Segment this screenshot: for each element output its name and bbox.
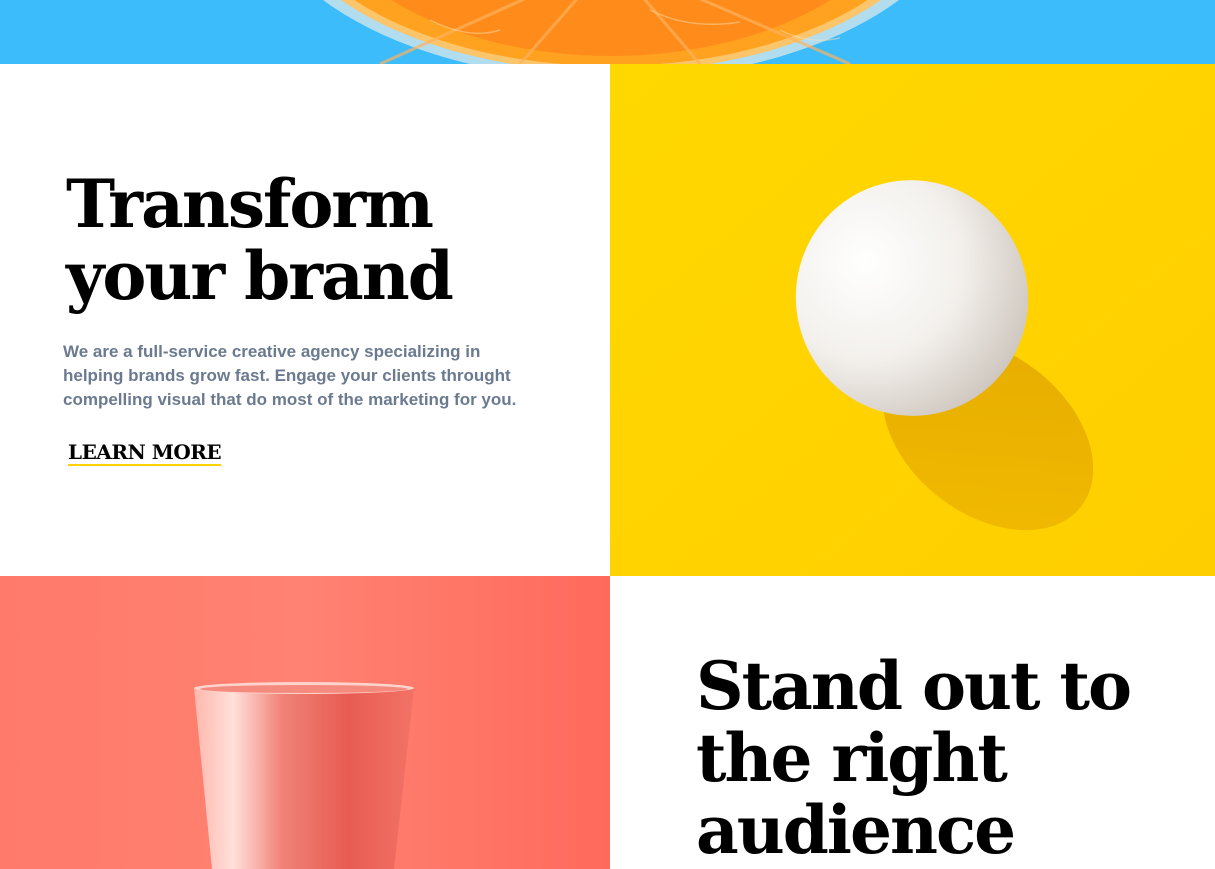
orange-slice-illustration	[0, 0, 1215, 64]
egg-illustration	[610, 64, 1215, 576]
top-banner-image	[0, 0, 1215, 64]
cup-image	[0, 576, 610, 869]
standout-headline-line3: audience	[696, 791, 1016, 869]
transform-brand-section: Transform your brand We are a full-servi…	[0, 64, 610, 576]
standout-headline-line2: the right	[696, 719, 1008, 797]
transform-headline: Transform your brand	[66, 168, 546, 312]
transform-headline-line2: your brand	[66, 237, 454, 315]
egg-image	[610, 64, 1215, 576]
standout-headline-line1: Stand out to	[696, 647, 1132, 725]
learn-more-link[interactable]: LEARN MORE	[68, 440, 222, 466]
page: Transform your brand We are a full-servi…	[0, 0, 1215, 869]
cup-illustration	[0, 576, 610, 869]
standout-headline: Stand out to the right audience	[696, 650, 1196, 866]
intro-paragraph: We are a full-service creative agency sp…	[63, 342, 517, 409]
transform-headline-line1: Transform	[66, 165, 434, 243]
standout-section: Stand out to the right audience	[610, 576, 1215, 869]
